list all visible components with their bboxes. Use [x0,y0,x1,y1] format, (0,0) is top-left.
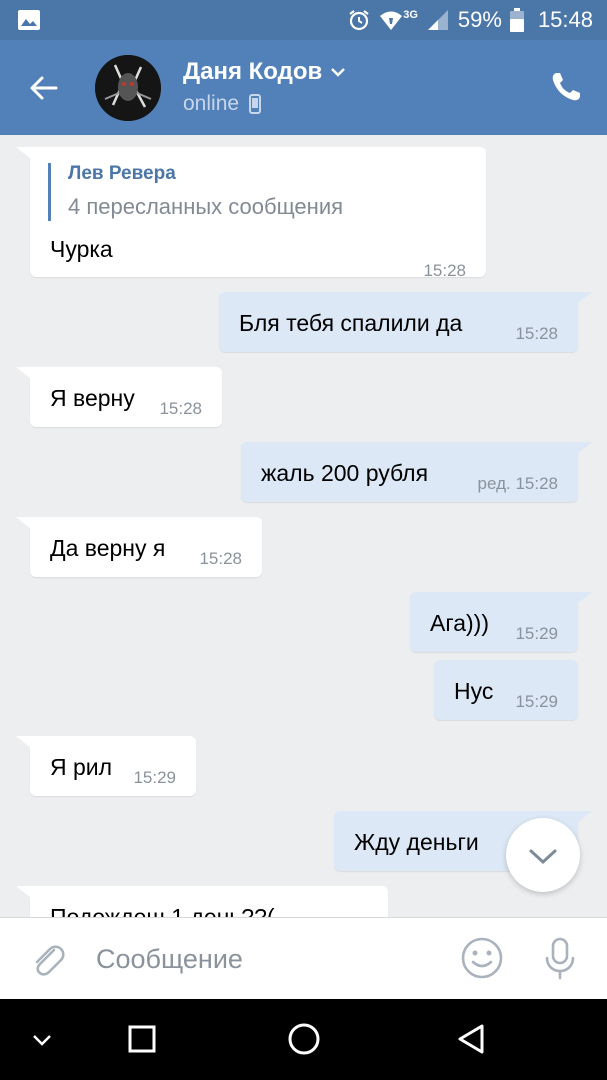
nav-down-icon[interactable] [22,1019,62,1059]
message-text: Бля тебя спалили да [239,310,463,336]
home-circle-icon[interactable] [284,1019,324,1059]
message-text: Чурка [50,236,113,262]
message-list[interactable]: Лев Ревера 4 пересланных сообщения Чурка… [0,135,607,917]
message-text: Жду деньги [354,829,479,855]
message-composer [0,917,607,999]
back-arrow-icon[interactable] [24,68,64,108]
contact-status: online [183,92,262,116]
bubble-tail [16,367,36,383]
message-text: Нус [454,678,494,704]
scroll-down-button[interactable] [506,818,580,892]
avatar[interactable] [95,55,161,121]
message-outgoing[interactable]: Нус 15:29 [434,660,578,720]
chat-header: Даня Кодов online [0,40,607,135]
chevron-down-icon [529,849,557,865]
message-time: 15:28 [423,261,466,280]
message-text: жаль 200 рубля [261,460,429,486]
message-incoming[interactable]: Я верну 15:28 [16,367,222,427]
status-bar: 3G 59% 15:48 [0,0,607,40]
recents-square-icon[interactable] [122,1019,162,1059]
bubble-tail [16,886,36,902]
contact-name[interactable]: Даня Кодов [183,58,346,86]
phone-icon[interactable] [549,70,583,104]
battery-icon [509,8,524,32]
smile-icon[interactable] [460,936,504,980]
message-incoming[interactable]: Подождеш 1 день??( [16,886,388,917]
battery-percent: 59% [457,7,502,32]
network-type: 3G [403,9,418,21]
wifi-icon [380,11,403,30]
bubble-tail [16,517,36,533]
message-outgoing[interactable]: Ага))) 15:29 [410,592,592,652]
message-time: ред. 15:28 [477,474,558,493]
message-text: Подождеш 1 день??( [50,904,275,917]
forward-count[interactable]: 4 пересланных сообщения [68,194,343,220]
message-incoming[interactable]: Лев Ревера 4 пересланных сообщения Чурка… [16,147,486,280]
message-time: 15:28 [199,549,242,568]
contact-status-label: online [183,92,240,115]
message-time: 15:29 [515,692,558,711]
message-text: Я верну [50,385,135,411]
microphone-icon[interactable] [540,936,580,980]
message-outgoing[interactable]: Бля тебя спалили да 15:28 [219,292,592,352]
message-time: 15:28 [515,324,558,343]
signal-icon [427,10,448,30]
message-incoming[interactable]: Я рил 15:29 [16,736,196,796]
forward-bar [48,163,51,221]
message-outgoing[interactable]: жаль 200 рубля ред. 15:28 [241,442,592,502]
message-time: 15:28 [159,399,202,418]
message-text: Я рил [50,754,113,780]
gallery-icon [18,10,40,30]
message-text: Да верну я [50,535,166,561]
message-time: 15:29 [515,624,558,643]
bubble-tail [16,736,36,752]
bubble-tail [572,442,592,458]
back-triangle-icon[interactable] [452,1019,492,1059]
bubble-tail [572,592,592,608]
message-text: Ага))) [430,610,489,636]
message-input[interactable] [96,936,436,982]
bubble-tail [16,147,36,163]
forward-author[interactable]: Лев Ревера [68,163,176,185]
bubble-tail [572,292,592,308]
paperclip-icon[interactable] [28,940,68,980]
alarm-icon [349,10,369,31]
mobile-device-icon [249,94,262,114]
message-incoming[interactable]: Да верну я 15:28 [16,517,262,577]
chevron-down-icon [331,68,346,77]
system-nav-bar [0,999,607,1080]
contact-name-label: Даня Кодов [183,58,323,85]
clock: 15:48 [537,7,593,32]
message-time: 15:29 [133,768,176,787]
